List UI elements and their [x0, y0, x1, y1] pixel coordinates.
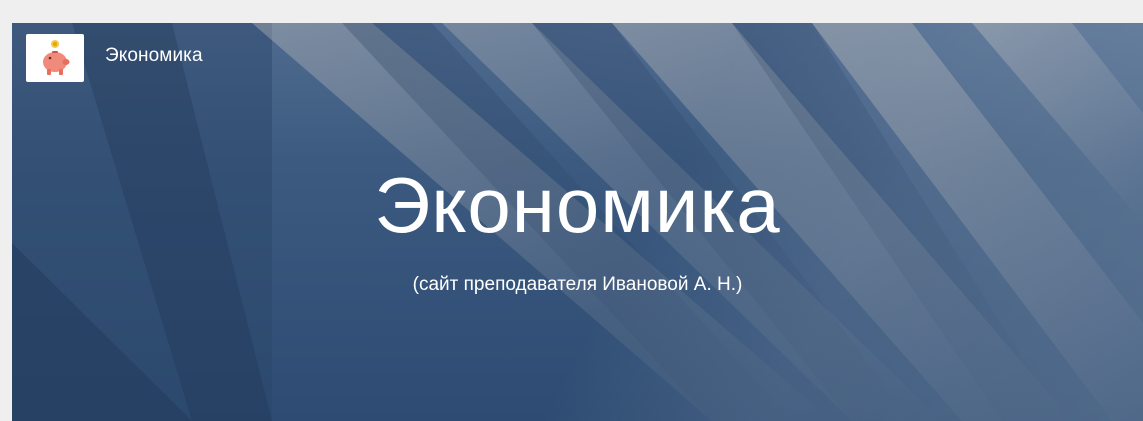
page-title: Экономика — [374, 161, 781, 249]
hero-title-block: Экономика (сайт преподавателя Ивановой А… — [12, 23, 1143, 421]
page-subtitle: (сайт преподавателя Ивановой А. Н.) — [412, 274, 743, 295]
